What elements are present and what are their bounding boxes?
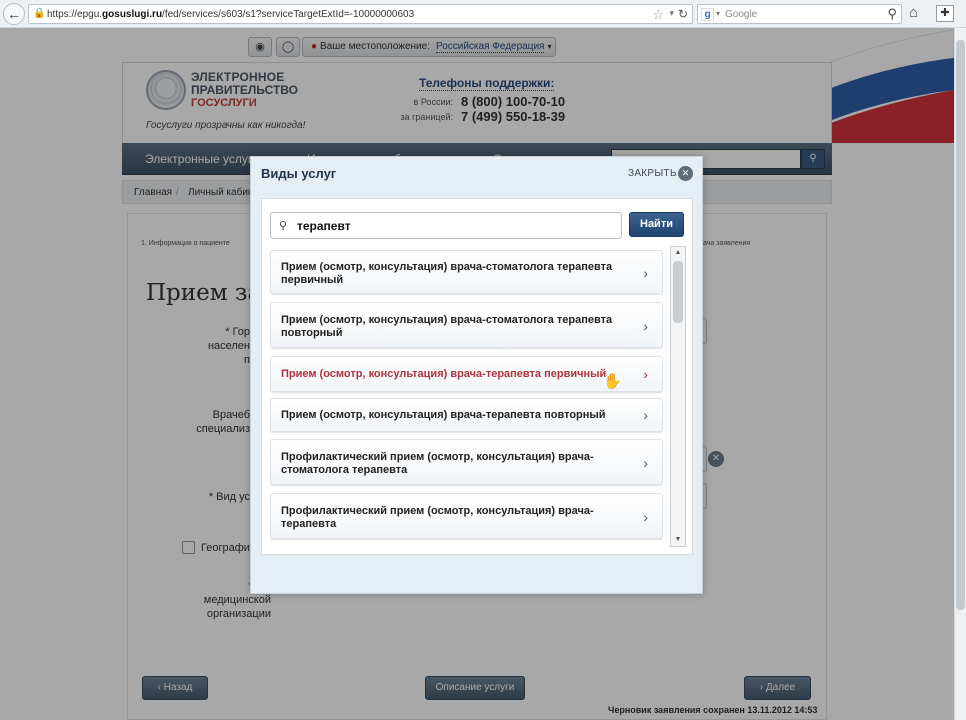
url-text: https://epgu.gosuslugi.ru/fed/services/s… — [47, 9, 414, 20]
list-item[interactable]: Профилактический прием (осмотр, консульт… — [270, 439, 663, 485]
service-search-box[interactable]: ⚲ — [270, 212, 622, 239]
reload-icon[interactable]: ↻ — [678, 7, 688, 21]
url-prefix: https://epgu. — [47, 9, 103, 20]
url-host: gosuslugi.ru — [102, 9, 163, 20]
list-item-label: Прием (осмотр, консультация) врача-терап… — [281, 368, 607, 380]
chevron-right-icon: › — [643, 455, 648, 471]
list-item[interactable]: Прием (осмотр, консультация) врача-терап… — [270, 398, 663, 432]
service-search-input[interactable] — [297, 217, 607, 235]
list-item-label: Прием (осмотр, консультация) врача-стома… — [281, 261, 613, 286]
find-button[interactable]: Найти — [629, 212, 684, 237]
hand-cursor-icon: ✋ — [603, 373, 622, 390]
list-item-label: Прием (осмотр, консультация) врача-терап… — [281, 409, 606, 421]
addon-icon[interactable]: ✚ — [936, 5, 954, 22]
bookmark-star-icon[interactable]: ☆ — [652, 7, 664, 23]
back-arrow-icon[interactable]: ← — [3, 3, 25, 25]
dialog-title: Виды услуг — [261, 166, 337, 181]
address-bar[interactable]: 🔒 https://epgu.gosuslugi.ru/fed/services… — [28, 4, 693, 24]
chevron-right-icon: › — [643, 318, 648, 334]
search-icon[interactable]: ⚲ — [887, 6, 897, 22]
list-item[interactable]: Прием (осмотр, консультация) врача-стома… — [270, 302, 663, 348]
chevron-right-icon: › — [643, 407, 648, 423]
url-dropdown-icon[interactable]: ▾ — [669, 8, 674, 19]
browser-search-box[interactable]: g ▾ Google ⚲ — [697, 4, 902, 24]
dialog-close-label[interactable]: ЗАКРЫТЬ — [628, 168, 677, 179]
page-scrollbar[interactable] — [954, 28, 966, 720]
chevron-right-icon: › — [643, 509, 648, 525]
search-placeholder: Google — [725, 9, 758, 20]
search-engine-dropdown-icon[interactable]: ▾ — [716, 9, 720, 18]
google-icon[interactable]: g — [701, 8, 714, 21]
chevron-right-icon: › — [643, 366, 648, 382]
home-icon[interactable]: ⌂ — [909, 4, 918, 21]
list-item-label: Профилактический прием (осмотр, консульт… — [281, 451, 594, 476]
search-icon: ⚲ — [279, 220, 288, 232]
list-scrollbar-thumb[interactable] — [673, 261, 683, 323]
list-scrollbar[interactable]: ▲ ▼ — [670, 246, 686, 547]
close-icon[interactable]: ✕ — [678, 166, 693, 181]
browser-toolbar: ← 🔒 https://epgu.gosuslugi.ru/fed/servic… — [0, 0, 966, 28]
scroll-up-icon[interactable]: ▲ — [671, 247, 685, 259]
chevron-right-icon: › — [643, 265, 648, 281]
scroll-down-icon[interactable]: ▼ — [671, 534, 685, 546]
list-item-label: Профилактический прием (осмотр, консульт… — [281, 505, 594, 530]
list-item[interactable]: Профилактический прием (осмотр, консульт… — [270, 493, 663, 539]
url-path: /fed/services/s603/s1?serviceTargetExtId… — [162, 9, 415, 20]
page-scrollbar-thumb[interactable] — [956, 40, 965, 610]
lock-icon: 🔒 — [33, 8, 46, 19]
service-list: Прием (осмотр, консультация) врача-стома… — [268, 246, 688, 547]
list-item[interactable]: Прием (осмотр, консультация) врача-стома… — [270, 250, 663, 294]
list-item-label: Прием (осмотр, консультация) врача-стома… — [281, 314, 613, 339]
screen: ← 🔒 https://epgu.gosuslugi.ru/fed/servic… — [0, 0, 966, 720]
